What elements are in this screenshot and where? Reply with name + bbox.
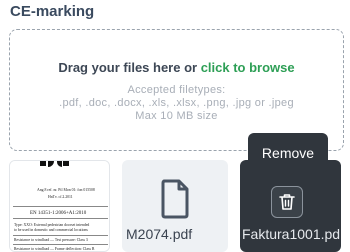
file-name: Faktura1001.pd <box>242 226 341 242</box>
browse-link[interactable]: click to browse <box>201 60 295 75</box>
dropzone-prompt: Drag your files here or click to browse <box>58 60 295 75</box>
file-icon <box>161 179 189 219</box>
preview-line: HnTv. cf.2.2011 <box>48 195 73 199</box>
file-name: M2074.pdf <box>126 226 193 242</box>
file-tile-m2074[interactable]: M2074.pdf <box>122 160 228 252</box>
remove-tooltip: Remove <box>248 133 328 173</box>
tooltip-arrow <box>282 172 294 178</box>
trash-icon <box>279 194 295 210</box>
file-tile-preview[interactable]: Ang.8 ref. nr. Pil Mon 01: fon 015508 Hn… <box>9 160 110 252</box>
accepted-filetypes-list: .pdf, .doc, .docx, .xls, .xlsx, .png, .j… <box>59 97 294 109</box>
preview-line: EN 14351-1:2006+A1:2010 <box>30 211 87 216</box>
accepted-filetypes-label: Accepted filetypes: <box>127 84 226 96</box>
remove-file-button[interactable] <box>271 186 303 218</box>
preview-line: Resistance to windload — Test pressure: … <box>14 238 88 242</box>
preview-line: Resistance to windload — Frame deflectio… <box>14 247 95 251</box>
uploaded-files-list: Ang.8 ref. nr. Pil Mon 01: fon 015508 Hn… <box>0 160 350 252</box>
section-title: CE-marking <box>10 3 95 20</box>
preview-line: to be used in domestic and commercial lo… <box>14 228 88 232</box>
document-thumbnail: Ang.8 ref. nr. Pil Mon 01: fon 015508 Hn… <box>10 161 109 251</box>
max-size-note: Max 10 MB size <box>135 110 218 122</box>
preview-line: Ang.8 ref. nr. Pil Mon 01: fon 015508 <box>37 188 95 192</box>
